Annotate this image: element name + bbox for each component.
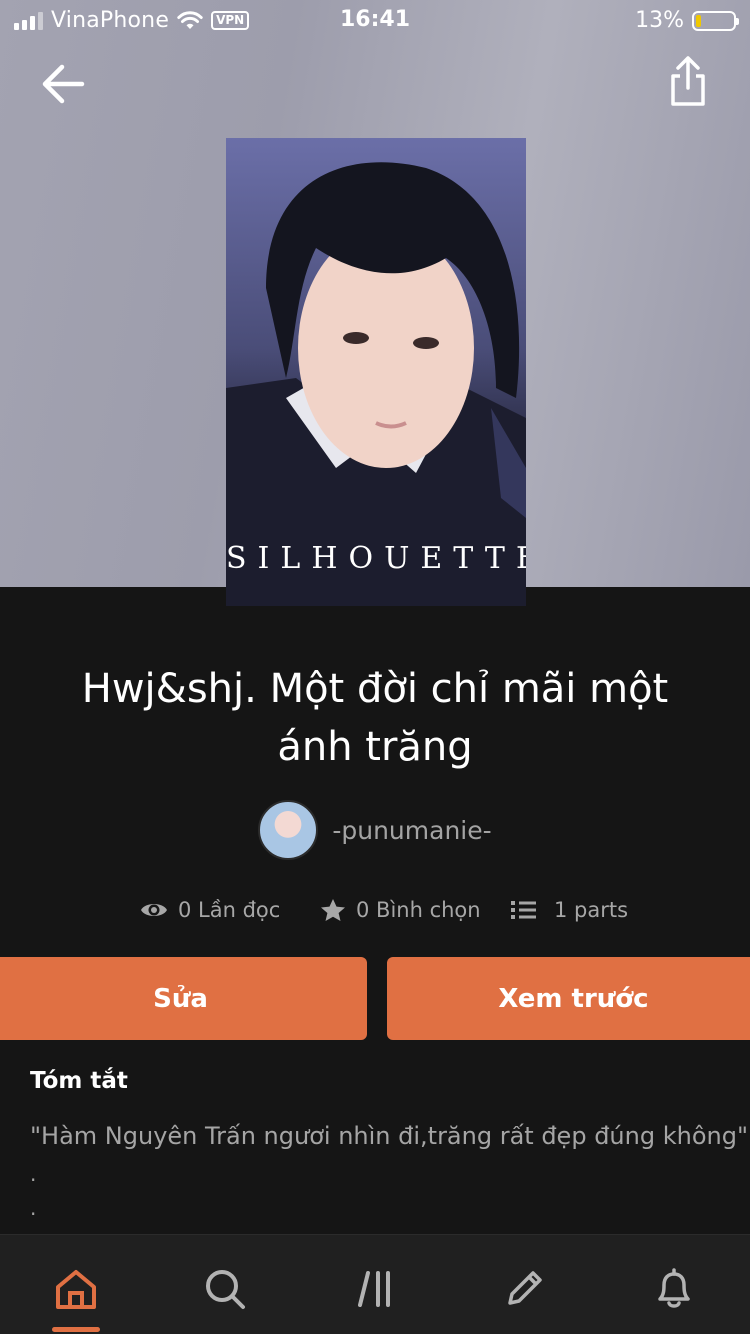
author-row[interactable]: -punumanie- (0, 800, 750, 860)
share-icon (671, 56, 705, 106)
nav-home[interactable] (46, 1259, 106, 1319)
active-tab-indicator (52, 1327, 100, 1332)
nav-library[interactable] (346, 1259, 406, 1319)
reads-count: 0 Lần đọc (178, 898, 281, 922)
back-button[interactable] (38, 60, 90, 108)
preview-button[interactable]: Xem trước (387, 957, 750, 1040)
parts-count: 1 parts (554, 898, 629, 922)
stat-parts: 1 parts (510, 893, 628, 927)
home-icon (56, 1270, 96, 1309)
notifications-icon (658, 1268, 690, 1308)
votes-count: 0 Bình chọn (356, 898, 481, 922)
status-bar: VinaPhone VPN 16:41 13% (0, 0, 750, 42)
summary-dot-1: . (30, 1162, 37, 1186)
cover-title-text: SILHOUETTE (226, 541, 526, 576)
status-right: 13% (635, 8, 739, 33)
story-details-screen: VinaPhone VPN 16:41 13% SILHOUETTE Hwj&s… (0, 0, 750, 1334)
edit-button[interactable]: Sửa (0, 957, 367, 1040)
author-avatar[interactable] (258, 800, 319, 860)
story-stats: 0 Lần đọc 0 Bình chọn 1 parts (0, 893, 750, 927)
story-title: Hwj&shj. Một đời chỉ mãi một ánh trăng (81, 666, 669, 770)
author-name[interactable]: -punumanie- (332, 816, 491, 845)
library-icon (358, 1271, 390, 1307)
nav-search[interactable] (195, 1259, 255, 1319)
battery-percent: 13% (635, 8, 684, 33)
stat-reads: 0 Lần đọc (140, 893, 280, 927)
arrow-left-icon (42, 64, 85, 104)
share-button[interactable] (668, 54, 708, 110)
eye-icon (141, 904, 167, 916)
summary-heading: Tóm tắt (30, 1068, 128, 1094)
nav-notifications[interactable] (644, 1259, 704, 1319)
write-icon (508, 1271, 542, 1305)
star-icon (321, 899, 345, 921)
cover-illustration (226, 162, 526, 606)
summary-dot-2: . (30, 1196, 37, 1220)
battery-level (696, 14, 701, 27)
search-icon (206, 1270, 245, 1309)
bottom-navigation (0, 1234, 750, 1334)
summary-text: "Hàm Nguyên Trấn ngươi nhìn đi,trăng rất… (30, 1122, 748, 1150)
battery-icon (692, 10, 739, 31)
story-cover[interactable]: SILHOUETTE (226, 138, 526, 606)
list-icon (511, 901, 536, 919)
stat-votes: 0 Bình chọn (320, 893, 481, 927)
nav-write[interactable] (494, 1259, 554, 1319)
